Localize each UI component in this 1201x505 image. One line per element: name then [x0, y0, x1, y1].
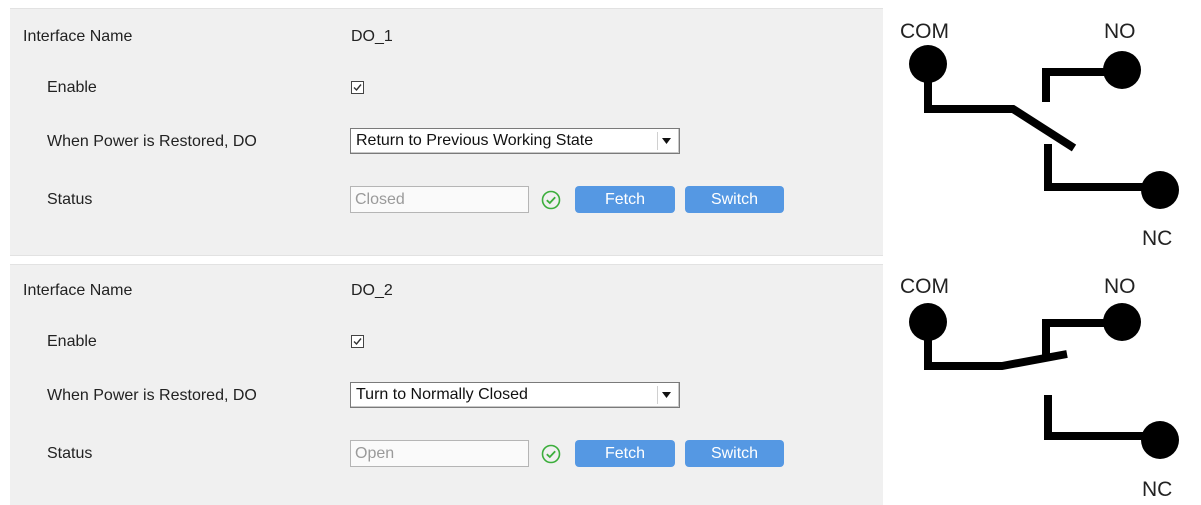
chevron-down-icon[interactable]: [657, 132, 676, 150]
interface-name-label: Interface Name: [23, 282, 133, 299]
relay-diagram-do1: COM NO NC: [892, 8, 1197, 260]
enable-label: Enable: [47, 333, 97, 350]
nc-label: NC: [1142, 478, 1173, 501]
com-label: COM: [900, 20, 949, 43]
no-label: NO: [1104, 275, 1136, 298]
checkmark-icon: [353, 84, 362, 92]
interface-name-row: Interface Name DO_1: [10, 23, 883, 51]
power-restore-selected-value: Turn to Normally Closed: [356, 386, 528, 403]
check-circle-icon: [541, 444, 561, 464]
chevron-down-icon[interactable]: [657, 386, 676, 404]
interface-name-row: Interface Name DO_2: [10, 277, 883, 305]
power-restore-select[interactable]: Return to Previous Working State: [350, 128, 680, 154]
power-restore-label: When Power is Restored, DO: [47, 133, 257, 150]
power-restore-select[interactable]: Turn to Normally Closed: [350, 382, 680, 408]
relay-diagram-do2: COM NO NC: [892, 264, 1197, 504]
nc-terminal: [1141, 171, 1179, 209]
fetch-button[interactable]: Fetch: [575, 186, 675, 213]
status-row: Status Open Fetch Switch: [10, 440, 883, 468]
no-terminal: [1103, 51, 1141, 89]
checkmark-icon: [353, 338, 362, 346]
interface-panel-do1: Interface Name DO_1 Enable When Power is…: [10, 8, 883, 256]
status-field: Open: [350, 440, 529, 467]
power-restore-label: When Power is Restored, DO: [47, 387, 257, 404]
switch-button[interactable]: Switch: [685, 440, 784, 467]
com-terminal: [909, 303, 947, 341]
enable-checkbox[interactable]: [351, 81, 364, 94]
status-label: Status: [47, 445, 93, 462]
nc-label: NC: [1142, 227, 1173, 250]
interface-panel-do2: Interface Name DO_2 Enable When Power is…: [10, 264, 883, 505]
switch-button[interactable]: Switch: [685, 186, 784, 213]
interface-name-value: DO_2: [351, 282, 393, 299]
power-restore-row: When Power is Restored, DO Return to Pre…: [10, 128, 883, 156]
interface-name-value: DO_1: [351, 28, 393, 45]
enable-checkbox[interactable]: [351, 335, 364, 348]
check-circle-icon: [541, 190, 561, 210]
no-label: NO: [1104, 20, 1136, 43]
relay-open-diagram: [909, 303, 1179, 459]
com-terminal: [909, 45, 947, 83]
power-restore-selected-value: Return to Previous Working State: [356, 132, 594, 149]
status-field: Closed: [350, 186, 529, 213]
enable-row: Enable: [10, 328, 883, 356]
fetch-button[interactable]: Fetch: [575, 440, 675, 467]
nc-terminal: [1141, 421, 1179, 459]
com-label: COM: [900, 275, 949, 298]
enable-label: Enable: [47, 79, 97, 96]
no-terminal: [1103, 303, 1141, 341]
enable-row: Enable: [10, 74, 883, 102]
status-label: Status: [47, 191, 93, 208]
relay-closed-diagram: [909, 45, 1179, 209]
power-restore-row: When Power is Restored, DO Turn to Norma…: [10, 382, 883, 410]
status-row: Status Closed Fetch Switch: [10, 186, 883, 214]
interface-name-label: Interface Name: [23, 28, 133, 45]
